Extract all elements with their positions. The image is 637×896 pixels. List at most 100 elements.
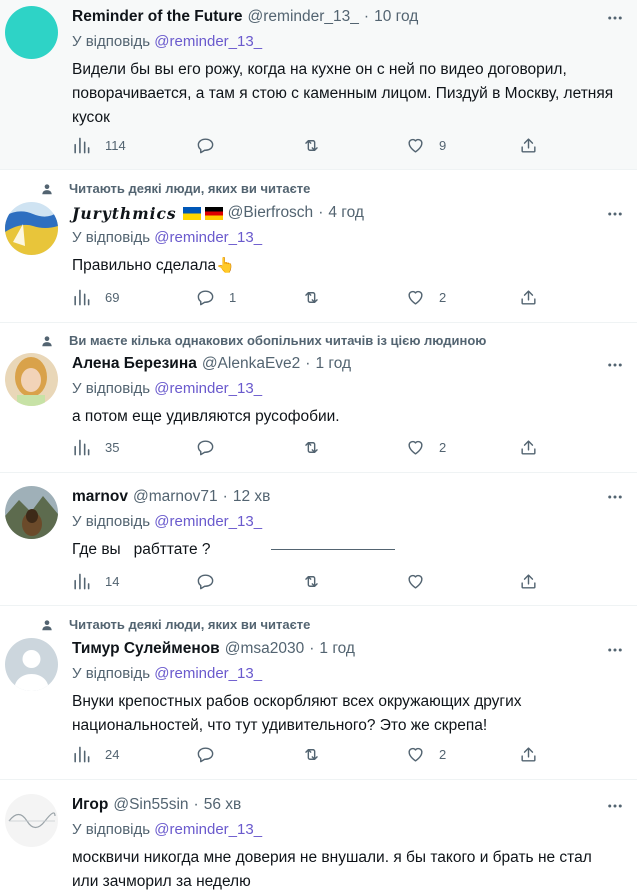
retweet-button[interactable] [302,286,321,308]
separator-dot: · [193,796,199,813]
more-icon [608,212,622,216]
avatar[interactable] [5,638,58,691]
more-options-button[interactable] [605,640,625,660]
timestamp[interactable]: 12 хв [233,488,271,506]
retweet-icon [305,291,318,303]
avatar[interactable] [5,6,58,59]
timestamp[interactable]: 1 год [319,640,355,658]
reply-button[interactable] [196,570,215,592]
mention-link[interactable]: @reminder_13_ [154,513,262,530]
reply-button[interactable]: 1 [196,286,236,308]
display-name[interactable]: Тимур Сулейменов [72,640,220,658]
avatar[interactable] [5,794,58,847]
like-button[interactable]: 2 [406,743,446,765]
timestamp[interactable]: 56 хв [204,796,242,814]
tweet[interactable]: Игор @Sin55sin · 56 хв У відповідь @remi… [0,780,637,896]
person-icon [40,182,54,196]
share-button[interactable] [519,134,538,156]
reply-button[interactable] [196,436,215,458]
tweet-header: Тимур Сулейменов @msa2030 · 1 год [72,638,617,660]
more-icon [608,804,622,808]
mention-link[interactable]: @reminder_13_ [154,665,262,682]
reply-icon [197,573,214,589]
views-button[interactable]: 24 [72,743,119,765]
user-handle[interactable]: @reminder_13_ [248,8,359,26]
like-button[interactable] [406,570,425,592]
user-handle[interactable]: @msa2030 [225,640,305,658]
share-icon [521,746,536,762]
tweet-text: Где вы рабттате ? [72,538,617,562]
views-button[interactable]: 114 [72,134,126,156]
mention-link[interactable]: @reminder_13_ [154,821,262,838]
reply-button[interactable] [196,743,215,765]
mention-link[interactable]: @reminder_13_ [154,33,262,50]
likes-count: 2 [439,746,447,762]
display-name[interactable]: Игор [72,796,108,814]
display-name[interactable]: Reminder of the Future [72,8,243,26]
share-button[interactable] [519,743,538,765]
mention-link[interactable]: @reminder_13_ [154,380,262,397]
reply-feed: Reminder of the Future @reminder_13_ · 1… [0,0,637,896]
views-icon [74,573,90,589]
tweet[interactable]: marnov @marnov71 · 12 хв У відповідь @re… [0,473,637,606]
more-options-button[interactable] [605,796,625,816]
reply-button[interactable] [196,134,215,156]
share-button[interactable] [519,570,538,592]
like-button[interactable]: 2 [406,286,446,308]
timestamp[interactable]: 10 год [374,8,418,26]
like-button[interactable]: 9 [406,134,446,156]
user-handle[interactable]: @AlenkaEve2 [202,355,300,373]
timestamp[interactable]: 4 год [328,204,364,222]
like-button[interactable]: 2 [406,436,446,458]
user-handle[interactable]: @Sin55sin [113,796,188,814]
more-options-button[interactable] [605,487,625,507]
views-count: 14 [105,573,120,589]
display-name[interactable]: Jurythmics [72,204,177,223]
more-options-button[interactable] [605,355,625,375]
retweet-button[interactable] [302,743,321,765]
avatar[interactable] [5,353,58,406]
reply-icon [197,439,214,455]
reply-prefix: У відповідь [72,380,151,397]
more-options-button[interactable] [605,8,625,28]
tweet[interactable]: Читають деякі люди, яких ви читаєте Тиму… [0,606,637,780]
views-count: 24 [105,746,120,762]
views-icon [74,289,90,305]
avatar[interactable] [5,486,58,539]
tweet[interactable]: Ви маєте кілька однакових обопільних чит… [0,323,637,473]
tweet-header: marnov @marnov71 · 12 хв [72,486,617,508]
share-icon [521,439,536,455]
share-button[interactable] [519,286,538,308]
more-icon [608,495,622,499]
retweet-button[interactable] [302,436,321,458]
germany-flag-icon [204,206,223,220]
user-handle[interactable]: @Bierfrosch [228,204,314,222]
share-button[interactable] [519,436,538,458]
display-name[interactable]: marnov [72,488,128,506]
social-context-text: Ви маєте кілька однакових обопільних чит… [69,333,487,348]
views-button[interactable]: 69 [72,286,119,308]
reply-context: У відповідь @reminder_13_ [72,821,617,841]
user-handle[interactable]: @marnov71 [133,488,218,506]
timestamp[interactable]: 1 год [315,355,351,373]
retweet-button[interactable] [302,570,321,592]
mention-link[interactable]: @reminder_13_ [154,229,262,246]
separator-dot: · [305,355,311,372]
tweet[interactable]: Читають деякі люди, яких ви читаєте Jury… [0,170,637,323]
views-button[interactable]: 14 [72,570,119,592]
action-bar: 114 9 [72,134,542,156]
social-context-text: Читають деякі люди, яких ви читаєте [69,617,311,632]
replies-count: 1 [229,289,237,305]
more-options-button[interactable] [605,204,625,224]
avatar[interactable] [5,202,58,255]
reply-prefix: У відповідь [72,821,151,838]
views-button[interactable]: 35 [72,436,119,458]
display-name[interactable]: Алена Березина [72,355,197,373]
separator-dot: · [309,640,315,657]
retweet-button[interactable] [302,134,321,156]
action-bar: 35 2 [72,436,542,458]
strike-line [270,549,395,551]
tweet-header: Алена Березина @AlenkaEve2 · 1 год [72,353,617,375]
tweet[interactable]: Reminder of the Future @reminder_13_ · 1… [0,0,637,170]
retweet-icon [305,575,318,587]
